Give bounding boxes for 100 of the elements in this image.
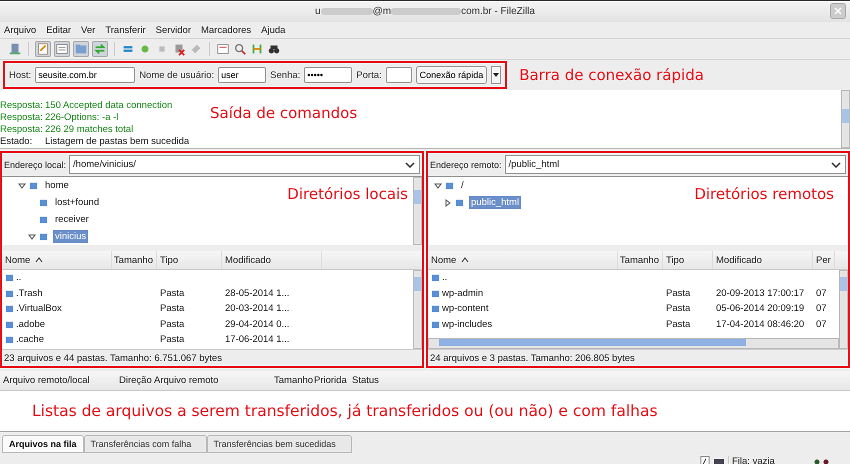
table-cell: 20-09-2013 17:00:17 (716, 288, 804, 299)
host-label: Host: (9, 70, 32, 80)
column-header[interactable]: Nome (2, 251, 112, 269)
activity-lights-icon (814, 458, 830, 464)
menu-item[interactable]: Servidor (156, 24, 191, 36)
password-field[interactable]: ••••• (304, 67, 352, 83)
address-field[interactable]: /home/vinicius/ (69, 155, 420, 174)
pencil-icon (700, 456, 710, 464)
log-line: Resposta: 150 Accepted data connection (0, 100, 172, 112)
transfer-arrows-icon[interactable] (92, 41, 108, 57)
file-name[interactable]: wp-includes (442, 318, 492, 330)
tree-item[interactable]: lost+found (53, 196, 102, 209)
table-cell: 17-04-2014 08:46:20 (716, 318, 804, 330)
annotation-text: Saída de comandos (210, 104, 358, 122)
chevron-icon[interactable] (831, 162, 841, 168)
column-header[interactable]: Tipo (157, 251, 222, 269)
log-line: Resposta: 226-Options: -a -l (0, 112, 118, 124)
username-label: Nome de usuário: (139, 70, 214, 80)
annotation-text: Barra de conexão rápida (519, 66, 704, 84)
tree-item[interactable]: / (459, 179, 466, 192)
host-field[interactable]: seusite.com.br (35, 67, 136, 83)
table-cell: 07 (816, 288, 827, 299)
table-cell: 07 (816, 318, 827, 330)
table-cell: 20-03-2014 1... (225, 303, 290, 314)
password-label: Senha: (270, 70, 300, 80)
table-cell: Pasta (160, 334, 184, 346)
column-header[interactable]: Modificado (713, 251, 813, 269)
column-header[interactable]: Arquivo remoto/local (0, 375, 116, 386)
scrollbar[interactable] (428, 338, 839, 349)
annotation-text: Listas de arquivos a serem transferidos, já transferidos ou (ou não) e com falhas (32, 402, 658, 420)
menu-item[interactable]: Marcadores (200, 24, 252, 36)
table-cell: Pasta (666, 303, 690, 314)
table-cell: 17-06-2014 1... (225, 334, 290, 346)
file-name[interactable]: .cache (16, 334, 44, 346)
window-title: u @m com.br - FileZilla (315, 6, 535, 17)
username-field[interactable]: user (218, 67, 266, 83)
folder-icon[interactable] (73, 41, 89, 57)
menu-item[interactable]: Ver (81, 24, 96, 36)
port-field[interactable] (386, 67, 412, 83)
file-name[interactable]: .VirtualBox (16, 303, 62, 314)
file-name[interactable]: .. (442, 272, 448, 284)
tab[interactable]: Transferências com falha (84, 435, 207, 453)
close-icon (834, 7, 842, 15)
tab[interactable]: Arquivos na fila (2, 435, 84, 453)
table-cell: 05-06-2014 20:09:19 (716, 303, 804, 314)
scrollbar[interactable] (413, 270, 422, 349)
scrollbar[interactable] (841, 90, 850, 148)
close-button[interactable] (830, 3, 846, 19)
annotation-text: Diretórios locais (287, 185, 408, 203)
file-name[interactable]: .Trash (16, 288, 43, 299)
column-header[interactable]: Modificado (222, 251, 322, 269)
column-header[interactable]: Priorida (311, 375, 349, 386)
menu-item[interactable]: Transferir (105, 24, 146, 36)
table-cell: 29-04-2014 0... (225, 318, 290, 330)
table-cell: Pasta (666, 318, 690, 330)
expanded-triangle-icon[interactable] (28, 232, 36, 240)
collapsed-triangle-icon[interactable] (444, 198, 452, 206)
table-cell: Pasta (160, 318, 184, 330)
expanded-triangle-icon[interactable] (18, 182, 26, 190)
file-name[interactable]: wp-content (442, 303, 488, 314)
tree-item[interactable]: receiver (53, 213, 91, 226)
column-header[interactable]: Status (349, 375, 389, 386)
port-label: Porta: (356, 70, 382, 80)
file-name[interactable]: wp-admin (442, 288, 484, 299)
address-field[interactable]: /public_html (504, 155, 846, 174)
dropdown-button[interactable] (491, 66, 502, 84)
caret-icon (493, 73, 500, 77)
column-header[interactable]: Tamanho (112, 251, 157, 269)
column-header[interactable]: Direção (116, 375, 151, 386)
tree-item[interactable]: home (43, 179, 71, 192)
menu-item[interactable]: Arquivo (4, 24, 36, 36)
sort-caret-icon (461, 257, 470, 263)
menu-item[interactable]: Editar (46, 24, 72, 36)
table-cell: Pasta (160, 288, 184, 299)
quickconnect-button[interactable]: Conexão rápida (416, 66, 488, 84)
column-header[interactable]: Tipo (663, 251, 713, 269)
scrollbar[interactable] (413, 177, 422, 245)
file-name[interactable]: .adobe (16, 318, 46, 330)
status-text: 23 arquivos e 44 pastas. Tamanho: 6.751.067 bytes (4, 352, 222, 364)
column-header[interactable]: Per (813, 251, 835, 269)
scrollbar[interactable] (839, 270, 848, 349)
log-line: Resposta: 226 29 matches total (0, 124, 134, 136)
queue-status: Fila: vazia (728, 456, 794, 464)
table-cell: 28-05-2014 1... (225, 288, 290, 299)
address-label: Endereço remoto: (430, 160, 502, 170)
file-name[interactable]: .. (16, 272, 22, 284)
list-icon[interactable] (54, 41, 70, 57)
chevron-icon[interactable] (405, 162, 415, 168)
menu-item[interactable]: Ajuda (261, 24, 286, 36)
column-header[interactable]: Tamanho (618, 251, 663, 269)
table-cell: Pasta (666, 288, 690, 299)
log-line: Estado: Listagem de pastas bem sucedida (0, 136, 190, 148)
column-header[interactable]: Arquivo remoto (151, 375, 271, 386)
column-header[interactable]: Tamanho (271, 375, 311, 386)
tab[interactable]: Transferências bem sucedidas (206, 435, 352, 453)
notepad-icon[interactable] (35, 41, 51, 57)
compare-icon[interactable] (233, 42, 247, 56)
expanded-triangle-icon[interactable] (434, 182, 442, 190)
column-header[interactable]: Nome (428, 251, 618, 269)
table-cell: 07 (816, 303, 827, 314)
